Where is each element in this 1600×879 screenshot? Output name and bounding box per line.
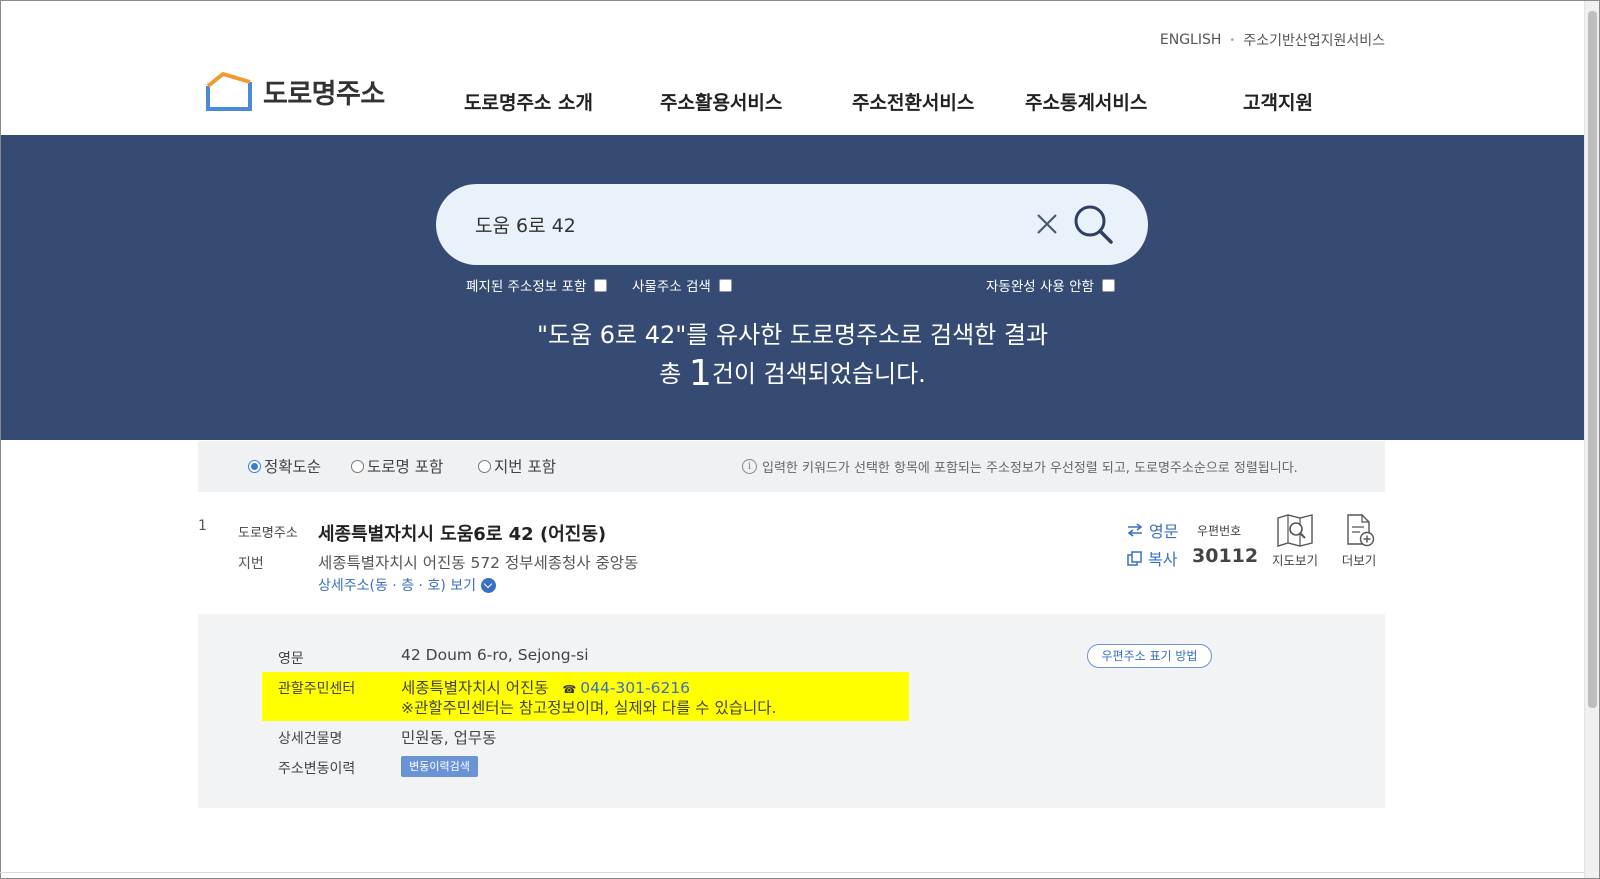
search-hero: 폐지된 주소정보 포함 사물주소 검색 자동완성 사용 안함 "도움 6로 42…: [1, 135, 1584, 440]
sort-option-jibun[interactable]: 지번 포함: [478, 455, 556, 477]
map-view-button[interactable]: 지도보기: [1265, 513, 1325, 569]
more-label: 더보기: [1341, 553, 1377, 568]
result-summary-count: 총 1건이 검색되었습니다.: [1, 353, 1584, 394]
disable-autocomplete-label: 자동완성 사용 안함: [986, 279, 1094, 295]
sort-label-jibun: 지번 포함: [494, 458, 556, 476]
community-center-note: ※관할주민센터는 참고정보이며, 실제와 다를 수 있습니다.: [401, 699, 777, 717]
sort-note-text: 입력한 키워드가 선택한 항목에 포함되는 주소정보가 우선정렬 되고, 도로명…: [762, 461, 1298, 476]
disable-autocomplete-checkbox[interactable]: [1101, 278, 1115, 292]
map-icon: [1277, 514, 1313, 547]
road-address: 세종특별자치시 도움6로 42 (어진동): [318, 524, 607, 545]
separator-dot: •: [1229, 34, 1236, 46]
map-view-label: 지도보기: [1271, 553, 1318, 568]
sort-label-road: 도로명 포함: [367, 458, 444, 476]
thing-address-label: 사물주소 검색: [632, 279, 711, 295]
nav-item-support[interactable]: 고객지원: [1243, 88, 1313, 115]
community-center-info: 세종특별자치시 어진동 ☎ 044-301-6216: [401, 676, 690, 698]
community-center-name: 세종특별자치시 어진동: [401, 679, 549, 697]
utility-links: ENGLISH • 주소기반산업지원서비스: [1160, 30, 1385, 50]
nav-item-utilization[interactable]: 주소활용서비스: [660, 88, 782, 115]
sort-label-accuracy: 정확도순: [264, 458, 322, 476]
search-input[interactable]: [475, 208, 995, 240]
thing-address-checkbox[interactable]: [718, 278, 732, 292]
building-label: 상세건물명: [278, 731, 343, 747]
copy-address-link[interactable]: 복사: [1127, 546, 1177, 570]
sort-bar: 정확도순 도로명 포함 지번 포함 i 입력한 키워드가 선택한 항목에 포함되…: [198, 441, 1385, 492]
jibun-label: 지번: [238, 556, 264, 572]
jibun-address: 세종특별자치시 어진동 572 정부세종청사 중앙동: [318, 554, 639, 572]
result-count: 1: [688, 353, 712, 394]
detail-address-toggle[interactable]: 상세주소(동 · 층 · 호) 보기: [318, 575, 496, 595]
history-search-button[interactable]: 변동이력검색: [401, 756, 478, 777]
road-address-label: 도로명주소: [238, 526, 298, 541]
community-center-phone[interactable]: 044-301-6216: [580, 679, 690, 697]
include-abolished-label: 폐지된 주소정보 포함: [466, 279, 587, 295]
disable-autocomplete-option[interactable]: 자동완성 사용 안함: [986, 275, 1115, 295]
english-link[interactable]: ENGLISH: [1160, 32, 1222, 48]
building-names: 민원동, 업무동: [401, 729, 497, 747]
result-index: 1: [198, 518, 207, 534]
phone-icon: ☎: [562, 683, 577, 696]
copy-link-label: 복사: [1148, 550, 1178, 569]
nav-item-intro[interactable]: 도로명주소 소개: [464, 88, 593, 115]
clear-icon[interactable]: [1033, 210, 1061, 238]
count-suffix: 건이 검색되었습니다.: [711, 360, 926, 388]
include-abolished-checkbox[interactable]: [594, 278, 608, 292]
copy-icon: [1127, 550, 1142, 566]
english-link-label: 영문: [1149, 522, 1179, 541]
postal-method-button[interactable]: 우편주소 표기 방법: [1087, 644, 1212, 668]
chevron-down-icon: [481, 577, 496, 593]
search-box: [436, 184, 1148, 265]
swap-arrows-icon: [1127, 523, 1143, 537]
search-icon[interactable]: [1072, 203, 1114, 245]
search-options: 폐지된 주소정보 포함 사물주소 검색 자동완성 사용 안함: [1, 275, 1584, 295]
document-plus-icon: [1347, 514, 1375, 547]
history-label: 주소변동이력: [278, 761, 356, 777]
count-prefix: 총: [659, 360, 689, 388]
include-abolished-option[interactable]: 폐지된 주소정보 포함: [466, 275, 608, 295]
industry-service-link[interactable]: 주소기반산업지원서비스: [1243, 30, 1385, 50]
info-icon: i: [742, 459, 757, 474]
result-summary-query: "도움 6로 42"를 유사한 도로명주소로 검색한 결과: [536, 321, 1049, 349]
sort-option-accuracy[interactable]: 정확도순: [248, 455, 321, 477]
zip-code: 30112: [1192, 545, 1259, 567]
community-center-label: 관할주민센터: [278, 681, 356, 697]
sort-option-road[interactable]: 도로명 포함: [351, 455, 443, 477]
nav-item-statistics[interactable]: 주소통계서비스: [1025, 88, 1147, 115]
sort-note: i 입력한 키워드가 선택한 항목에 포함되는 주소정보가 우선정렬 되고, 도…: [742, 457, 1298, 476]
sort-radio-road[interactable]: [351, 459, 364, 473]
english-address-link[interactable]: 영문: [1127, 518, 1178, 542]
english-label: 영문: [278, 651, 304, 667]
sort-radio-jibun[interactable]: [478, 459, 491, 473]
more-button[interactable]: 더보기: [1329, 513, 1389, 569]
detail-toggle-label: 상세주소(동 · 층 · 호) 보기: [318, 578, 476, 594]
main-nav: 도로명주소 소개 주소활용서비스 주소전환서비스 주소통계서비스 고객지원: [0, 88, 1600, 114]
scrollbar[interactable]: [1584, 1, 1599, 878]
english-address: 42 Doum 6-ro, Sejong-si: [401, 646, 589, 664]
scrollbar-thumb[interactable]: [1588, 11, 1597, 708]
zip-code-label: 우편번호: [1197, 524, 1242, 538]
thing-address-option[interactable]: 사물주소 검색: [632, 275, 732, 295]
sort-radio-accuracy[interactable]: [248, 459, 261, 473]
nav-item-conversion[interactable]: 주소전환서비스: [852, 88, 974, 115]
bottom-divider: [0, 872, 1584, 873]
detail-panel: 영문 42 Doum 6-ro, Sejong-si 우편주소 표기 방법 관할…: [198, 614, 1385, 808]
